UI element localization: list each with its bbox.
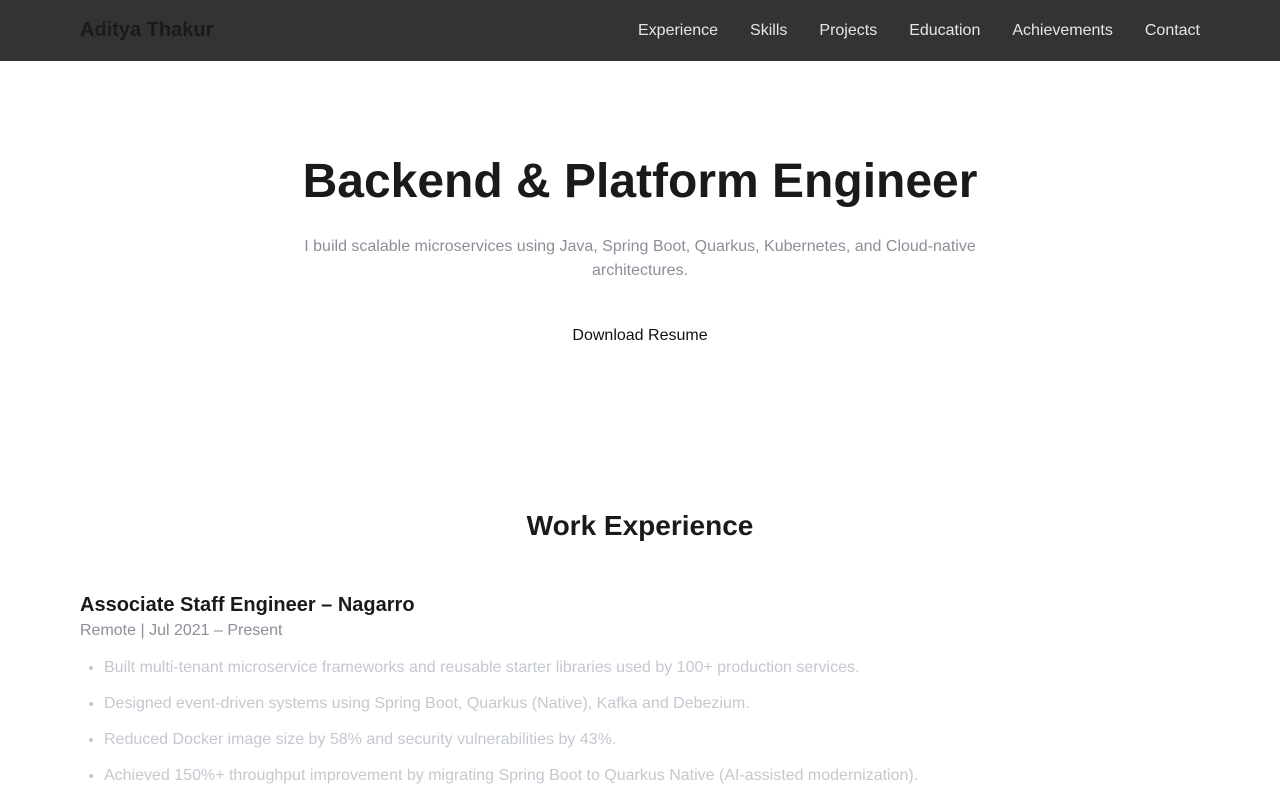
job-achievement-item: Built multi-tenant microservice framewor… [104,658,1200,678]
nav-link-education[interactable]: Education [909,22,980,39]
nav-item-experience: Experience [638,22,718,40]
hero-title: Backend & Platform Engineer [302,155,978,208]
hero-subtitle: I build scalable microservices using Jav… [304,237,976,279]
nav-link-projects[interactable]: Projects [819,22,877,39]
nav-link-contact[interactable]: Contact [1145,22,1200,39]
job-title: Associate Staff Engineer – Nagarro [80,594,415,617]
nav-link-achievements[interactable]: Achievements [1012,22,1113,39]
nav-item-education: Education [909,22,980,40]
nav-item-skills: Skills [750,22,787,40]
download-resume-button[interactable]: Download Resume [572,327,707,345]
nav-links: Experience Skills Projects Education Ach… [638,22,1200,40]
hero-section: Backend & Platform Engineer I build scal… [0,61,1280,345]
nav-item-achievements: Achievements [1012,22,1113,40]
brand-logo-link[interactable]: Aditya Thakur [80,19,213,42]
nav-link-experience[interactable]: Experience [638,22,718,39]
job-achievement-item: Achieved 150%+ throughput improvement by… [104,766,1200,786]
job-achievement-item: Designed event-driven systems using Spri… [104,694,1200,714]
job-achievement-item: Reduced Docker image size by 58% and sec… [104,730,1200,750]
nav-item-contact: Contact [1145,22,1200,40]
job-entry: Associate Staff Engineer – Nagarro Remot… [80,592,1200,786]
nav-item-projects: Projects [819,22,877,40]
top-navbar: Aditya Thakur Experience Skills Projects… [0,0,1280,61]
job-meta: Remote | Jul 2021 – Present [80,622,283,640]
nav-link-skills[interactable]: Skills [750,22,787,39]
job-achievements-list: Built multi-tenant microservice framewor… [80,658,1200,786]
work-experience-section: Work Experience Associate Staff Engineer… [80,508,1200,802]
section-title: Work Experience [526,510,754,541]
